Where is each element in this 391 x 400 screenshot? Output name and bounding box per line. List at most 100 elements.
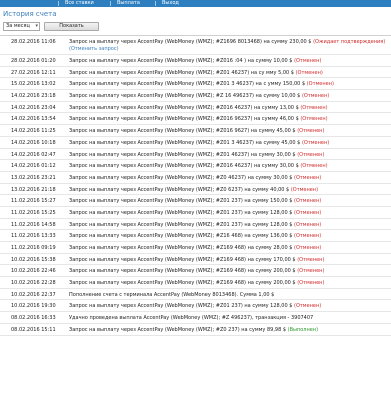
row-date: 11.02.2016 13:33: [11, 233, 56, 240]
history-row: 10.02.2016 22:37 Пополнение счета с терми…: [0, 289, 391, 301]
history-table: 28.02.2016 11:06 Запрос на выплату через …: [0, 36, 391, 336]
row-date: 11.02.2016 15:25: [11, 209, 56, 216]
row-description: Запрос на выплату через AccentPay (WebMo…: [69, 268, 324, 274]
row-date: 10.02.2016 22:46: [11, 268, 56, 275]
row-status: (Отменен): [301, 93, 330, 100]
history-row: 10.02.2016 19:30 Запрос на выплату через …: [0, 300, 391, 313]
row-text: Запрос на выплату через AccentPay (WebMo…: [69, 268, 296, 275]
history-row: 11.02.2016 14:58 Запрос на выплату через …: [0, 219, 391, 231]
history-row: 10.02.2016 22:28 Запрос на выплату через …: [0, 277, 391, 289]
nav-tab-withdraw[interactable]: Выплата: [113, 0, 144, 7]
history-row: 13.02.2016 21:18 Запрос на выплату через …: [0, 184, 391, 196]
history-row: 28.02.2016 01:20 Запрос на выплату через …: [0, 55, 391, 67]
row-description: Запрос на выплату через AccentPay (WebMo…: [69, 152, 324, 158]
row-date: 28.02.2016 11:06: [11, 39, 56, 45]
history-row: 14.02.2016 10:18 Запрос на выплату через …: [0, 137, 391, 149]
row-description: Запрос на выплату через AccentPay (WebMo…: [69, 257, 324, 263]
row-status: (Отменен): [306, 81, 334, 88]
row-text: Запрос на выплату через AccentPay (WebMo…: [69, 233, 293, 240]
nav-tab-account[interactable]: [2, 0, 10, 7]
row-text: Запрос на выплату через AccentPay (WebMo…: [69, 151, 296, 158]
row-status: (Отменен): [294, 174, 322, 181]
row-text: Запрос на выплату через AccentPay (WebMo…: [69, 256, 296, 263]
cancel-request-link[interactable]: (Отменить запрос): [69, 46, 119, 52]
row-text: Запрос на выплату через AccentPay (WebMo…: [69, 81, 306, 88]
row-text: Пополнение счета с терминала AccentPay (…: [69, 291, 275, 298]
period-select[interactable]: За месяц ▾: [3, 22, 40, 31]
row-text: Запрос на выплату через AccentPay (WebMo…: [69, 174, 293, 181]
history-row: 10.02.2016 15:38 Запрос на выплату через …: [0, 254, 391, 266]
row-date: 14.02.2016 13:54: [11, 116, 56, 123]
row-date: 10.02.2016 15:38: [11, 256, 56, 263]
row-description: Запрос на выплату через AccentPay (WebMo…: [69, 163, 328, 169]
row-date: 14.02.2016 23:04: [11, 104, 56, 111]
row-description: Запрос на выплату через AccentPay (WebMo…: [69, 58, 321, 64]
row-description: Запрос на выплату через AccentPay (WebMo…: [69, 105, 328, 111]
row-date: 14.02.2016 23:18: [11, 93, 56, 100]
row-status: (Отменен): [300, 104, 328, 111]
row-status: (Отменен): [297, 256, 325, 263]
row-text: Запрос на выплату через AccentPay (WebMo…: [69, 69, 294, 76]
row-text: Запрос на выплату через AccentPay (WebMo…: [69, 209, 293, 216]
show-button[interactable]: Показать: [44, 22, 99, 31]
row-date: 11.02.2016 14:58: [11, 221, 56, 228]
row-text: Запрос на выплату через AccentPay (WebMo…: [69, 58, 293, 64]
row-text: Запрос на выплату через AccentPay (WebMo…: [69, 186, 290, 193]
row-date: 14.02.2016 10:18: [11, 139, 56, 146]
row-text: Удачно проведена выплата AccentPay (WebM…: [69, 315, 314, 322]
row-status: (Отменен): [300, 116, 328, 123]
row-description: Запрос на выплату через AccentPay (WebMo…: [69, 303, 321, 309]
row-date: 13.02.2016 23:21: [11, 174, 56, 181]
row-description: Запрос на выплату через AccentPay (WebMo…: [69, 222, 321, 228]
history-row: 08.02.2016 16:33 Удачно проведена выплата…: [0, 312, 391, 324]
row-status: (Отменен): [297, 268, 325, 275]
history-row: 14.02.2016 11:25 Запрос на выплату через …: [0, 125, 391, 137]
nav-tab-logout[interactable]: Выход: [158, 0, 183, 7]
history-row: 14.02.2016 13:54 Запрос на выплату через …: [0, 113, 391, 126]
row-status: (Отменен): [294, 198, 322, 205]
history-row: 11.02.2016 15:27 Запрос на выплату через …: [0, 195, 391, 207]
row-date: 11.02.2016 15:27: [11, 198, 56, 205]
history-row: 14.02.2016 23:18 Запрос на выплату через …: [0, 90, 391, 102]
row-description: Удачно проведена выплата AccentPay (WebM…: [69, 315, 313, 321]
row-description: Запрос на выплату через AccentPay (WebMo…: [69, 70, 323, 76]
row-status: (Отменен): [290, 186, 319, 193]
nav-divider: [110, 1, 111, 6]
history-row: 14.02.2016 23:04 Запрос на выплату через …: [0, 102, 391, 114]
row-text: Запрос на выплату через AccentPay (WebMo…: [69, 128, 296, 135]
row-status: (Отменен): [294, 209, 322, 216]
row-date: 10.02.2016 22:28: [11, 280, 56, 287]
row-status: (Отменен): [294, 58, 322, 64]
row-status: (Отменен): [300, 163, 328, 170]
row-text: Запрос на выплату через AccentPay (WebMo…: [69, 326, 287, 333]
history-row: 13.02.2016 23:21 Запрос на выплату через …: [0, 172, 391, 184]
row-text: Запрос на выплату через AccentPay (WebMo…: [69, 163, 299, 170]
history-row: 14.02.2016 02:47 Запрос на выплату через …: [0, 149, 391, 161]
row-text: Запрос на выплату через AccentPay (WebMo…: [69, 198, 293, 205]
row-date: 14.02.2016 01:12: [11, 163, 56, 170]
history-row: 10.02.2016 22:46 Запрос на выплату через …: [0, 265, 391, 278]
row-status: (Отменен): [295, 69, 323, 76]
row-date: 28.02.2016 01:20: [11, 58, 56, 64]
row-status: (Отменен): [297, 151, 325, 158]
history-row: 15.02.2016 13:02 Запрос на выплату через …: [0, 78, 391, 91]
row-description: Запрос на выплату через AccentPay (WebMo…: [69, 280, 324, 286]
history-row: 11.02.2016 13:33 Запрос на выплату через …: [0, 230, 391, 242]
row-text: Запрос на выплату через AccentPay (WebMo…: [69, 245, 293, 251]
row-date: 15.02.2016 13:02: [11, 81, 56, 88]
row-description: Запрос на выплату через AccentPay (WebMo…: [69, 39, 385, 45]
row-status: (Отменен): [294, 245, 322, 251]
history-row: 27.02.2016 12:11 Запрос на выплату через …: [0, 67, 391, 79]
history-row: 11.02.2016 09:19 Запрос на выплату через …: [0, 242, 391, 254]
row-date: 10.02.2016 19:30: [11, 303, 56, 310]
top-navigation: Все ставки Выплата Выход: [0, 0, 391, 7]
row-status: (Отменен): [301, 139, 330, 146]
row-description: Запрос на выплату через AccentPay (WebMo…: [69, 140, 329, 146]
row-text: Запрос на выплату через AccentPay (WebMo…: [69, 104, 299, 111]
nav-tab-all-bets[interactable]: Все ставки: [61, 0, 98, 7]
row-text: Запрос на выплату через AccentPay (WebMo…: [69, 303, 293, 310]
row-text: Запрос на выплату через AccentPay (WebMo…: [69, 221, 293, 228]
row-status: (Выполнен): [287, 326, 319, 333]
history-row: 11.02.2016 15:25 Запрос на выплату через …: [0, 207, 391, 219]
page-title: История счета: [3, 10, 57, 18]
